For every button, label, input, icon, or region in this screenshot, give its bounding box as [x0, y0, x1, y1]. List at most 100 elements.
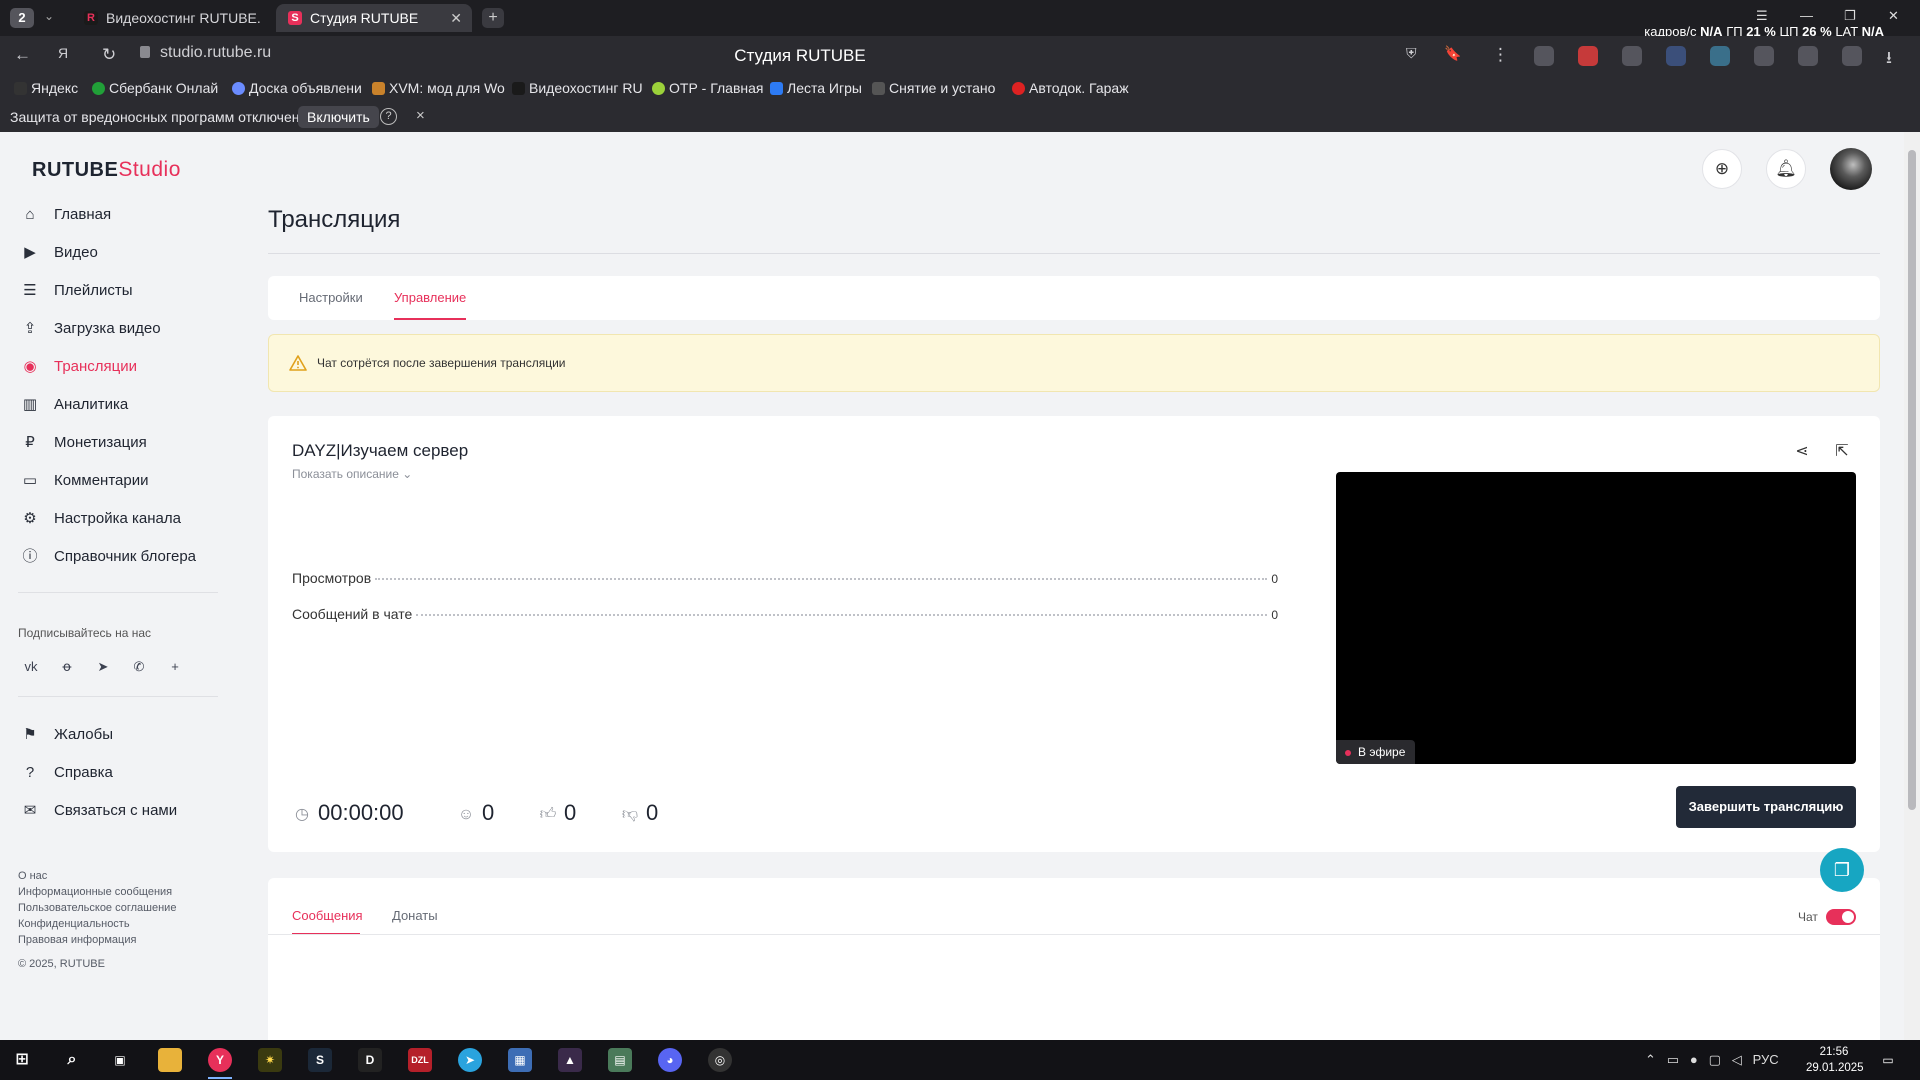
- tab-management[interactable]: Управление: [394, 290, 466, 305]
- chevron-up-icon[interactable]: ⌃: [1645, 1052, 1656, 1067]
- chevron-down-icon[interactable]: ⌄: [44, 9, 54, 23]
- app-icon[interactable]: ✷: [258, 1048, 282, 1072]
- sidebar-item-broadcasts[interactable]: ◉ Трансляции: [20, 352, 210, 382]
- sidebar-item-channel-settings[interactable]: ⚙ Настройка канала: [20, 504, 210, 534]
- sidebar-item-monetization[interactable]: ₽ Монетизация: [20, 428, 210, 458]
- close-tab-icon[interactable]: ✕: [450, 4, 462, 32]
- yandex-browser-icon[interactable]: Y: [208, 1048, 232, 1072]
- dayz-icon[interactable]: D: [358, 1048, 382, 1072]
- notifications-button[interactable]: 🔔︎: [1766, 149, 1806, 189]
- task-view-icon[interactable]: ▣: [108, 1048, 132, 1072]
- footer-link-about[interactable]: О нас: [18, 870, 47, 882]
- footer-link-terms[interactable]: Пользовательское соглашение: [18, 902, 176, 914]
- notifications-icon[interactable]: ▭: [1876, 1048, 1900, 1072]
- new-tab-button[interactable]: +: [482, 8, 504, 28]
- end-stream-button[interactable]: Завершить трансляцию: [1676, 786, 1856, 828]
- extension-shield-icon[interactable]: ⛨: [1406, 45, 1417, 62]
- scrollbar-thumb[interactable]: [1908, 150, 1916, 810]
- sidebar-item-help[interactable]: ? Справка: [20, 758, 210, 788]
- app-icon[interactable]: ▲: [558, 1048, 582, 1072]
- bookmark-item[interactable]: Сбербанк Онлай: [92, 80, 218, 96]
- show-description-toggle[interactable]: Показать описание ⌄: [292, 467, 412, 481]
- file-explorer-icon[interactable]: [158, 1048, 182, 1072]
- app-icon[interactable]: ▤: [608, 1048, 632, 1072]
- windows-start-icon[interactable]: ⊞: [10, 1048, 34, 1072]
- menu-icon[interactable]: ☰: [1756, 8, 1768, 24]
- sidebar-item-contact[interactable]: ✉ Связаться с нами: [20, 796, 210, 826]
- avatar[interactable]: [1830, 148, 1872, 190]
- sidebar-item-video[interactable]: ▶ Видео: [20, 238, 210, 268]
- tab-studio[interactable]: S Студия RUTUBE ✕: [276, 4, 472, 32]
- microphone-icon[interactable]: ●: [1690, 1052, 1698, 1067]
- telegram-icon[interactable]: ➤: [458, 1048, 482, 1072]
- studio-favicon-icon: S: [288, 11, 302, 25]
- extension-icon[interactable]: [1710, 46, 1730, 66]
- bookmark-item[interactable]: Леста Игры: [770, 80, 862, 96]
- sidebar: RUTUBEStudio ⌂ Главная ▶ Видео ☰ Плейлисты …: [0, 132, 218, 1040]
- sidebar-item-comments[interactable]: ▭ Комментарии: [20, 466, 210, 496]
- sidebar-item-playlists[interactable]: ☰ Плейлисты: [20, 276, 210, 306]
- close-icon[interactable]: ×: [416, 107, 425, 124]
- extension-icon[interactable]: [1798, 46, 1818, 66]
- stream-preview-player[interactable]: В эфире: [1336, 472, 1856, 764]
- extension-icon[interactable]: [1754, 46, 1774, 66]
- footer-link-legal[interactable]: Правовая информация: [18, 934, 136, 946]
- tab-settings[interactable]: Настройки: [299, 290, 363, 305]
- open-external-icon[interactable]: ⇱: [1832, 442, 1852, 462]
- help-icon[interactable]: ?: [380, 108, 397, 125]
- viber-icon[interactable]: ✆: [128, 656, 150, 678]
- extension-icon[interactable]: [1622, 46, 1642, 66]
- sidebar-item-complaints[interactable]: ⚑ Жалобы: [20, 720, 210, 750]
- extensions-icon[interactable]: [1842, 46, 1862, 66]
- taskbar-clock[interactable]: 21:56 29.01.2025: [1806, 1044, 1864, 1076]
- search-icon[interactable]: ⌕: [60, 1048, 84, 1072]
- vk-icon[interactable]: vk: [20, 656, 42, 678]
- tab-count-badge[interactable]: 2: [10, 8, 34, 28]
- support-chat-button[interactable]: ❐: [1820, 848, 1864, 892]
- bookmark-item[interactable]: Видеохостинг RU: [512, 80, 643, 96]
- page-scrollbar[interactable]: [1904, 132, 1920, 1040]
- chat-toggle[interactable]: [1826, 909, 1856, 925]
- language-indicator[interactable]: РУС: [1753, 1052, 1779, 1067]
- bookmark-item[interactable]: Яндекс: [14, 80, 78, 96]
- footer-link-info[interactable]: Информационные сообщения: [18, 886, 172, 898]
- app-icon[interactable]: ▦: [508, 1048, 532, 1072]
- telegram-icon[interactable]: ➤: [92, 656, 114, 678]
- share-icon[interactable]: ⋖: [1792, 442, 1812, 462]
- bookmark-item[interactable]: Доска объявлени: [232, 80, 362, 96]
- bookmark-item[interactable]: Автодок. Гараж: [1012, 80, 1129, 96]
- plus-icon[interactable]: +: [164, 656, 186, 678]
- extension-icon[interactable]: [1666, 46, 1686, 66]
- restore-icon[interactable]: ❐: [1844, 8, 1856, 24]
- enable-protection-button[interactable]: Включить: [298, 106, 379, 128]
- bookmark-icon[interactable]: 🔖: [1444, 45, 1461, 62]
- create-button[interactable]: ⊕: [1702, 149, 1742, 189]
- more-icon[interactable]: ⋮: [1492, 45, 1509, 65]
- rutube-favicon-icon: R: [84, 11, 98, 25]
- discord-icon[interactable]: ◕: [658, 1048, 682, 1072]
- sidebar-item-home[interactable]: ⌂ Главная: [20, 200, 210, 230]
- extension-icon[interactable]: [1578, 46, 1598, 66]
- tab-donations[interactable]: Донаты: [392, 908, 438, 923]
- bookmark-item[interactable]: Снятие и устано: [872, 80, 995, 96]
- obs-icon[interactable]: ◎: [708, 1048, 732, 1072]
- rutube-studio-logo[interactable]: RUTUBEStudio: [32, 158, 181, 182]
- display-icon[interactable]: ▢: [1709, 1052, 1721, 1067]
- footer-link-privacy[interactable]: Конфиденциальность: [18, 918, 130, 930]
- bookmark-item[interactable]: ОТР - Главная: [652, 80, 764, 96]
- minimize-icon[interactable]: —: [1800, 8, 1813, 23]
- volume-icon[interactable]: ◁: [1732, 1052, 1742, 1067]
- steam-icon[interactable]: S: [308, 1048, 332, 1072]
- network-icon[interactable]: ▭: [1667, 1052, 1679, 1067]
- dzl-icon[interactable]: DZL: [408, 1048, 432, 1072]
- download-icon[interactable]: ⭳: [1886, 45, 1892, 74]
- sidebar-item-blogger-guide[interactable]: ⓘ Справочник блогера: [20, 542, 210, 572]
- bookmark-item[interactable]: XVM: мод для Wo: [372, 80, 505, 96]
- close-window-icon[interactable]: ✕: [1888, 8, 1899, 24]
- ok-icon[interactable]: ꝋ: [56, 656, 78, 678]
- tab-rutube[interactable]: R Видеохостинг RUTUBE. С: [72, 4, 262, 32]
- extension-icon[interactable]: [1534, 46, 1554, 66]
- sidebar-item-analytics[interactable]: ▥ Аналитика: [20, 390, 210, 420]
- tab-messages[interactable]: Сообщения: [292, 908, 363, 923]
- sidebar-item-upload[interactable]: ⇪ Загрузка видео: [20, 314, 210, 344]
